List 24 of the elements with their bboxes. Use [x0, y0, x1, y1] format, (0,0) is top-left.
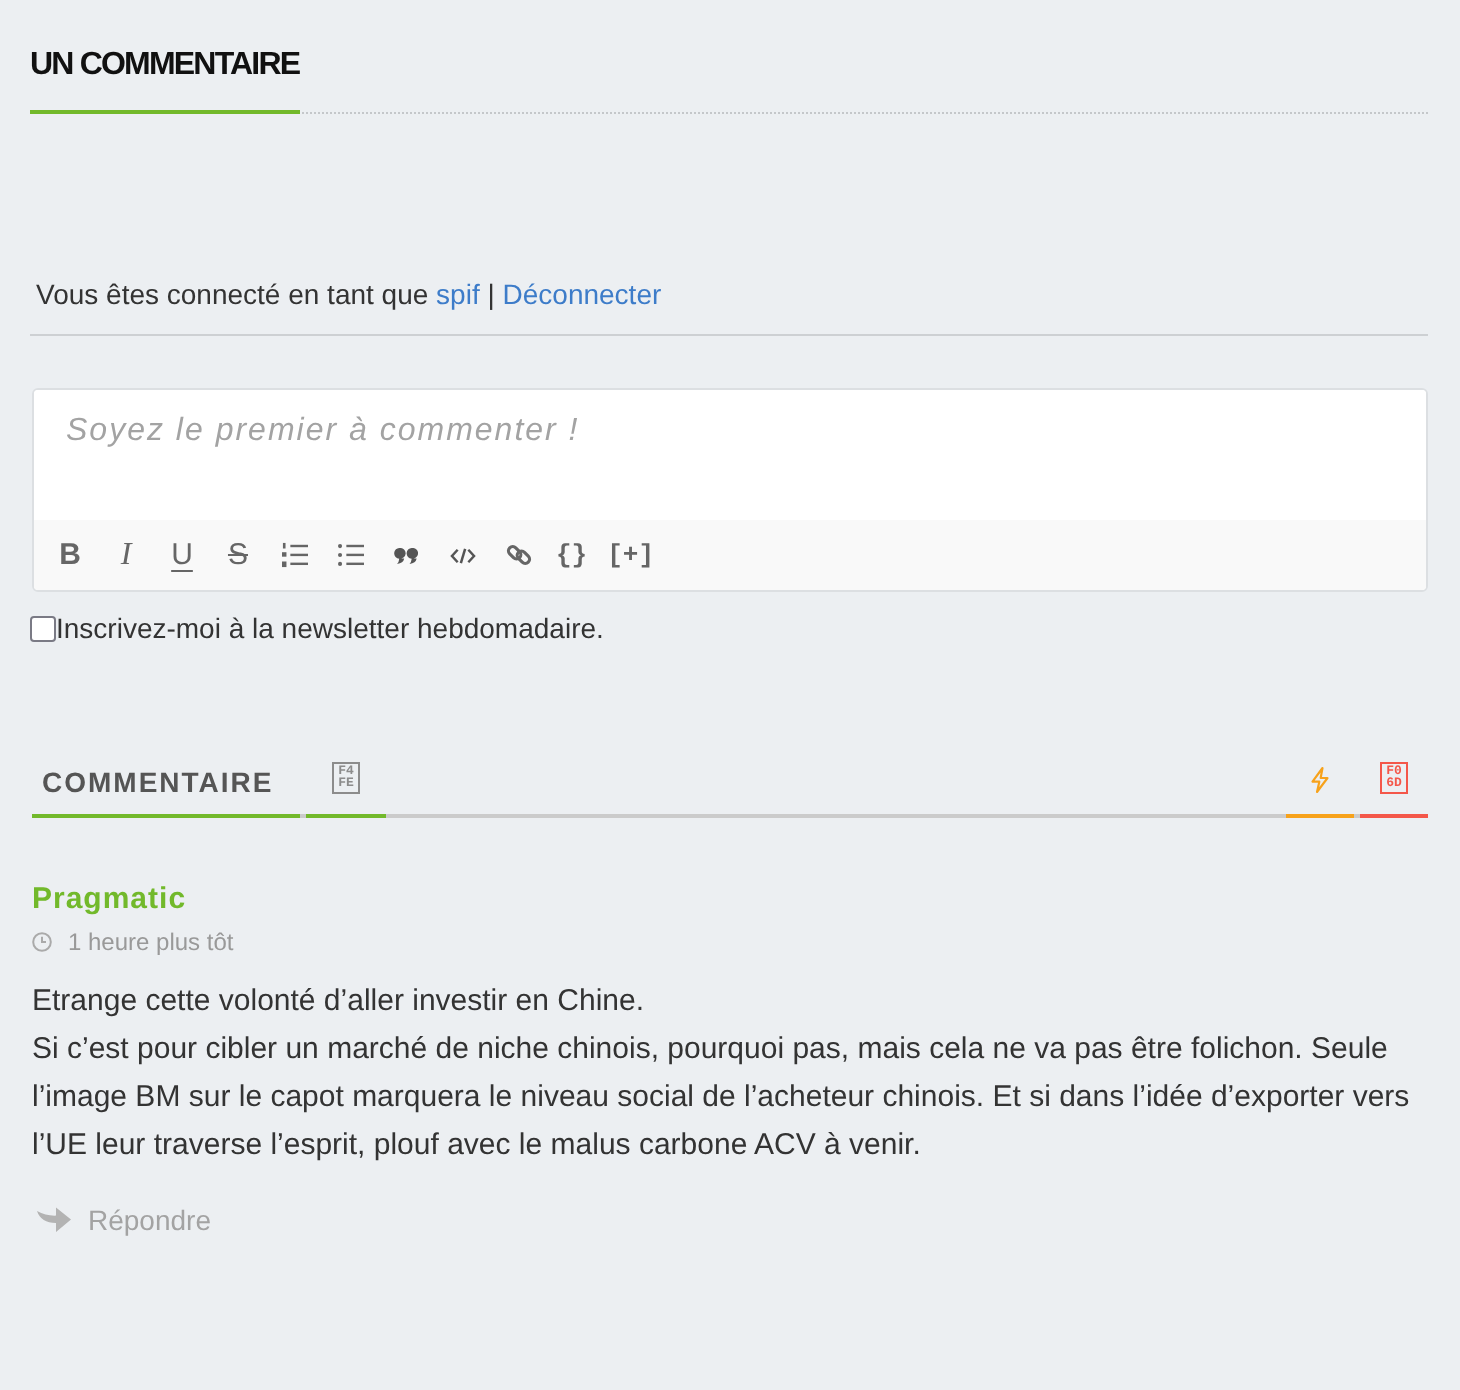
- comment-editor[interactable]: Soyez le premier à commenter ! B I U S {} [+]: [32, 388, 1428, 592]
- insert-button[interactable]: [+]: [601, 531, 661, 579]
- logout-link[interactable]: Déconnecter: [502, 278, 662, 310]
- section-title: UN COMMENTAIRE: [30, 46, 300, 114]
- bold-button[interactable]: B: [46, 531, 94, 579]
- link-icon: [505, 542, 531, 568]
- reply-arrow-icon: [36, 1206, 72, 1234]
- login-status: Vous êtes connecté en tant que spif | Déconnecter: [30, 278, 1428, 336]
- numbered-list-icon: [281, 542, 307, 568]
- newsletter-checkbox[interactable]: [30, 615, 56, 641]
- italic-button[interactable]: I: [102, 531, 150, 579]
- insert-button[interactable]: {}: [550, 531, 594, 579]
- clock-icon: [32, 932, 52, 952]
- code-icon: [449, 547, 475, 563]
- bullet-list-icon: [337, 542, 363, 568]
- comment-text: Etrange cette volonté d’aller investir en Chine.: [32, 982, 647, 1022]
- quote-icon: [394, 547, 418, 563]
- sort-tab[interactable]: COMMENTAIRE: [32, 754, 300, 818]
- underline-button[interactable]: U: [158, 531, 206, 579]
- strikethrough-button[interactable]: S: [214, 531, 262, 579]
- comment-time: 1 heure plus tôt: [68, 928, 234, 956]
- username-link[interactable]: spif: [436, 278, 480, 310]
- comment-text: Si c’est pour cibler un marché de niche chinois, pourquoi pas, mais cela ne va pas être folichon. Seule l’image BM sur le capot marquera le niveau social de l’acheteur chinois. Et si dans l’idée d’exporter vers l’UE leur traverse l’esprit, plouf avec le malus carbone ACV à venir.: [32, 1030, 1412, 1166]
- newsletter-label: Inscrivez-moi à la newsletter hebdomadaire.: [56, 612, 604, 644]
